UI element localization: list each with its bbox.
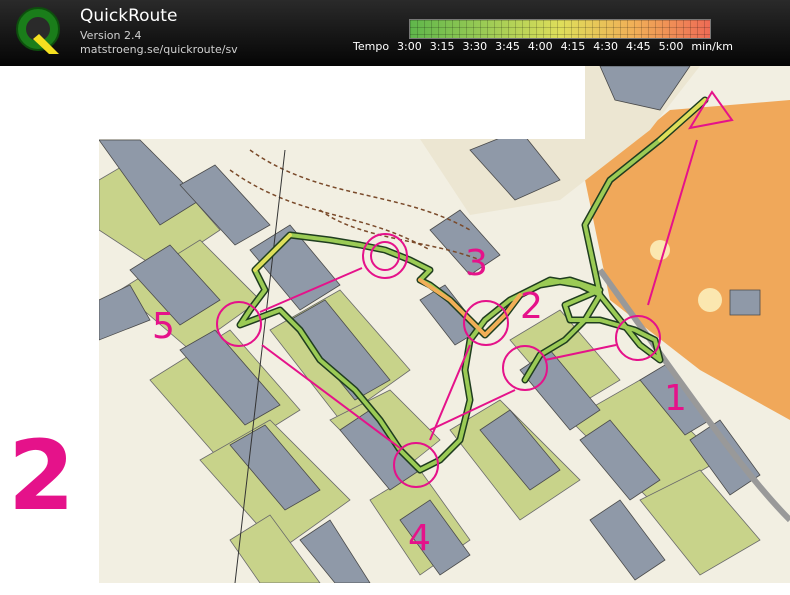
clearing	[698, 288, 722, 312]
app-version: Version 2.4	[80, 29, 142, 42]
app-title: QuickRoute	[80, 6, 178, 26]
tempo-tick: 3:00	[397, 40, 422, 53]
lap-number: 2	[8, 420, 75, 532]
tempo-tick: 3:30	[462, 40, 488, 53]
control-number-4: 4	[408, 518, 431, 559]
tempo-color-scale	[409, 19, 711, 39]
tempo-tick: 4:15	[560, 40, 586, 53]
tempo-tick: 5:00	[658, 40, 684, 53]
header-bar: Q QuickRoute Version 2.4 matstroeng.se/q…	[0, 0, 790, 66]
tempo-unit: min/km	[691, 40, 733, 53]
tempo-tick: 3:45	[495, 40, 520, 53]
app-url[interactable]: matstroeng.se/quickroute/sv	[80, 43, 238, 56]
tempo-tick: 4:30	[593, 40, 618, 53]
quickroute-logo-icon: Q	[16, 7, 60, 54]
control-number-1: 1	[664, 378, 687, 419]
tempo-labels: Tempo 3:00 3:15 3:30 3:45 4:00 4:15 4:30 4:45 5:0…	[353, 40, 741, 53]
tempo-tick: 3:15	[429, 40, 455, 53]
map-base	[99, 66, 790, 583]
control-number-5: 5	[152, 306, 175, 347]
control-number-2: 2	[520, 286, 543, 327]
map-canvas[interactable]: 1 2 3 4 5	[0, 66, 790, 591]
tempo-tick: 4:00	[527, 40, 553, 53]
tempo-grid	[410, 20, 710, 38]
orienteering-map[interactable]: 1 2 3 4 5	[0, 66, 790, 591]
tempo-label: Tempo	[353, 40, 390, 53]
tempo-tick: 4:45	[625, 40, 651, 53]
control-number-3: 3	[465, 243, 488, 284]
